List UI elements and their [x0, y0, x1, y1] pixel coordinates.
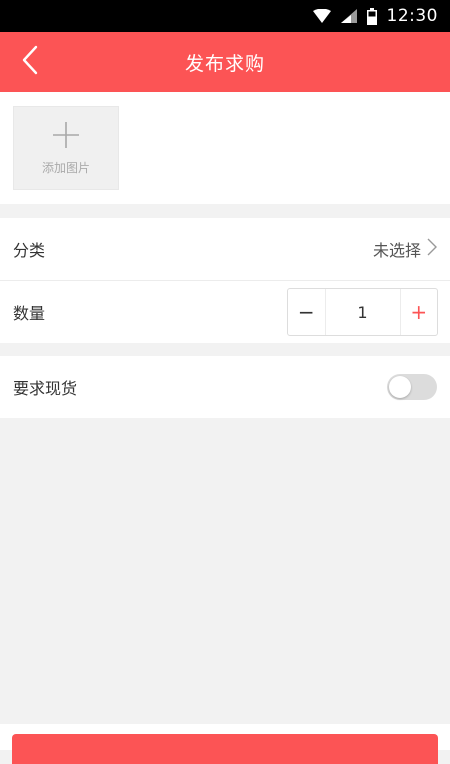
stock-section: 要求现货: [0, 356, 450, 418]
signal-icon: [340, 9, 357, 23]
category-selector[interactable]: 未选择: [373, 237, 437, 261]
increment-button[interactable]: +: [399, 289, 438, 335]
bottom-bar: [0, 724, 450, 764]
decrement-button[interactable]: −: [288, 289, 326, 335]
add-photo-label: 添加图片: [41, 160, 90, 175]
category-label: 分类: [13, 241, 46, 260]
app-bar: 发布求购: [0, 32, 450, 92]
toggle-knob: [389, 376, 411, 398]
chevron-right-icon: [427, 238, 437, 260]
submit-button[interactable]: [12, 734, 438, 764]
quantity-row: 数量 − +: [0, 280, 450, 342]
quantity-input[interactable]: [325, 289, 400, 335]
form-section: 分类 未选择 数量 − +: [0, 218, 450, 343]
add-photo-button[interactable]: 添加图片: [13, 106, 119, 190]
category-row[interactable]: 分类 未选择: [0, 218, 450, 280]
chevron-left-icon: [21, 45, 39, 79]
plus-icon: [52, 121, 80, 153]
quantity-label: 数量: [13, 303, 46, 323]
in-stock-row: 要求现货: [0, 356, 450, 418]
page-title: 发布求购: [184, 52, 265, 75]
category-value: 未选择: [372, 241, 421, 260]
quantity-stepper[interactable]: − +: [287, 288, 438, 336]
in-stock-toggle[interactable]: [387, 374, 437, 400]
status-bar: 12:30: [0, 0, 450, 32]
photo-section: 添加图片: [0, 92, 450, 204]
status-time: 12:30: [386, 6, 438, 26]
in-stock-label: 要求现货: [13, 379, 78, 398]
wifi-icon: [312, 9, 331, 23]
battery-icon: [366, 7, 377, 25]
back-button[interactable]: [14, 45, 46, 79]
